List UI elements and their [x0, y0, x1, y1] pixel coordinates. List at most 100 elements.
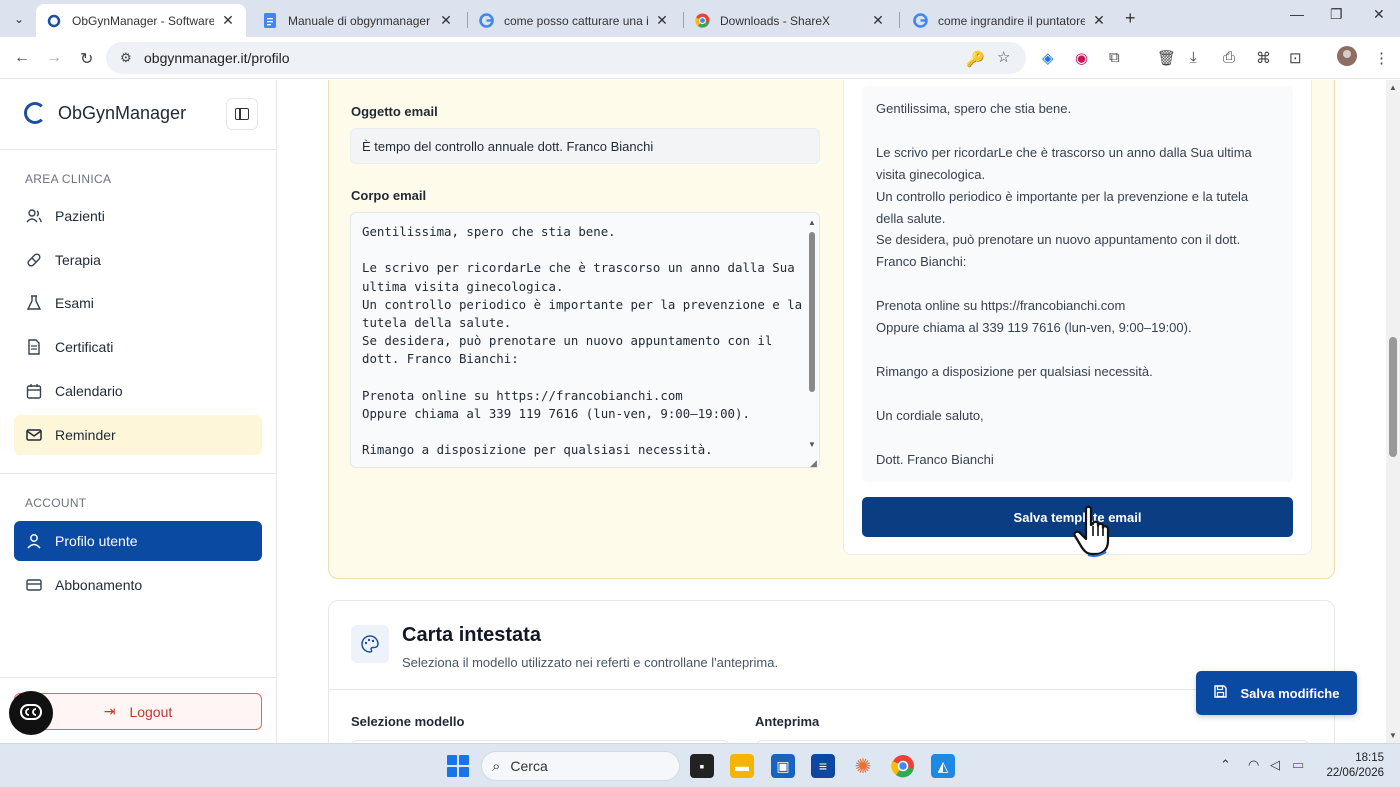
google-favicon-icon	[912, 13, 928, 29]
show-hidden-icons-icon[interactable]: ⌃	[1220, 757, 1231, 773]
file-explorer-icon[interactable]: ▬	[730, 754, 754, 778]
sidebar-item-esami[interactable]: Esami	[14, 283, 262, 323]
save-changes-label: Salva modifiche	[1240, 685, 1340, 701]
browser-tab[interactable]: Manuale di obgynmanager - D ✕	[252, 4, 464, 37]
screenshot-icon[interactable]: ⊡	[1289, 49, 1302, 67]
delete-icon[interactable]: 🗑	[1157, 49, 1176, 67]
collapse-sidebar-button[interactable]	[226, 98, 258, 130]
sidebar-item-terapia[interactable]: Terapia	[14, 240, 262, 280]
chrome-menu-icon[interactable]: ⋮	[1374, 49, 1389, 67]
close-tab-icon[interactable]: ✕	[220, 12, 236, 29]
scrollbar-thumb[interactable]	[1389, 337, 1397, 457]
body-label: Corpo email	[351, 188, 427, 203]
chrome-favicon-icon	[694, 13, 710, 29]
notepad-icon[interactable]: ≡	[811, 754, 835, 778]
bookmark-star-icon[interactable]: ☆	[997, 48, 1010, 66]
photos-app-icon[interactable]: ◭	[931, 754, 955, 778]
divider	[0, 473, 276, 474]
divider	[0, 149, 276, 150]
sidebar-item-reminder[interactable]: Reminder	[14, 415, 262, 455]
url-input[interactable]: ⚙ obgynmanager.it/profilo	[106, 42, 1026, 74]
screen-recorder-fab[interactable]	[9, 691, 53, 735]
subject-input[interactable]: È tempo del controllo annuale dott. Fran…	[350, 128, 820, 164]
sidebar-item-label: Profilo utente	[55, 533, 138, 549]
subject-label: Oggetto email	[351, 104, 438, 119]
site-info-icon[interactable]: ⚙	[120, 50, 132, 66]
user-icon	[26, 533, 42, 549]
scroll-up-icon[interactable]: ▲	[808, 218, 816, 227]
logout-icon: ⇥	[103, 703, 116, 719]
brand-logo-icon	[24, 102, 46, 124]
restore-icon[interactable]: ❐	[1330, 6, 1343, 23]
store-icon[interactable]: ▣	[771, 754, 795, 778]
volume-icon[interactable]: ◁	[1270, 757, 1280, 773]
taskbar-clock[interactable]: 18:15 22/06/2026	[1318, 751, 1384, 781]
close-tab-icon[interactable]: ✕	[870, 12, 886, 29]
floppy-save-icon	[1213, 685, 1227, 701]
task-view-icon[interactable]: ▪	[690, 754, 714, 778]
scroll-up-icon[interactable]: ▲	[1389, 83, 1397, 92]
address-bar: ← → ↻ ⚙ obgynmanager.it/profilo 🔑 ☆ ◈ ◉ …	[0, 37, 1400, 79]
password-key-icon[interactable]: 🔑	[966, 50, 985, 68]
close-tab-icon[interactable]: ✕	[1091, 12, 1107, 29]
hand-cursor-icon	[1073, 505, 1110, 557]
battery-icon[interactable]: ▭	[1292, 757, 1304, 773]
page-scrollbar[interactable]: ▲ ▼	[1386, 80, 1400, 743]
sidebar-item-label: Calendario	[55, 383, 123, 399]
users-icon	[26, 208, 42, 224]
new-tab-icon[interactable]: +	[1125, 8, 1136, 29]
resize-handle-icon[interactable]: ◢	[810, 458, 817, 469]
wifi-icon[interactable]: ◠	[1248, 757, 1259, 773]
palette-icon	[351, 625, 389, 663]
divider	[329, 689, 1334, 690]
clock-date: 22/06/2026	[1326, 767, 1384, 779]
extensions-icon[interactable]: ⧉	[1109, 49, 1120, 66]
sidebar-item-label: Reminder	[55, 427, 116, 443]
browser-tab[interactable]: Downloads - ShareX ✕	[684, 4, 896, 37]
divider	[0, 677, 276, 678]
close-tab-icon[interactable]: ✕	[654, 12, 670, 29]
search-placeholder: Cerca	[510, 758, 548, 774]
browser-tab[interactable]: come ingrandire il puntatore de ✕	[902, 4, 1117, 37]
card-icon	[26, 577, 42, 593]
taskbar-search[interactable]: ⌕ Cerca	[481, 751, 680, 781]
profile-avatar-icon[interactable]	[1337, 46, 1357, 70]
chrome-taskbar-icon[interactable]	[891, 754, 915, 778]
claude-app-icon[interactable]: ✺	[851, 754, 875, 778]
brand[interactable]: ObGynManager	[24, 102, 186, 124]
sidebar-item-abbonamento[interactable]: Abbonamento	[14, 565, 262, 605]
sidebar-item-calendario[interactable]: Calendario	[14, 371, 262, 411]
reload-icon[interactable]: ↻	[80, 49, 93, 69]
close-tab-icon[interactable]: ✕	[438, 12, 454, 29]
scroll-down-icon[interactable]: ▼	[808, 440, 816, 449]
tab-search-icon[interactable]: ⌄	[8, 8, 30, 30]
translate-extension-icon[interactable]: ◈	[1042, 49, 1054, 67]
browser-tab-bar: ⌄ ObGynManager - Software Ges ✕ Manuale …	[0, 0, 1400, 37]
sidebar-item-label: Esami	[55, 295, 94, 311]
download-icon[interactable]: ⤓	[1190, 49, 1197, 66]
calendar-icon	[26, 383, 42, 399]
sidebar: ObGynManager AREA CLINICA Pazienti Terap…	[0, 80, 277, 743]
save-changes-button[interactable]: Salva modifiche	[1196, 671, 1357, 715]
sidebar-item-pazienti[interactable]: Pazienti	[14, 196, 262, 236]
clock-time: 18:15	[1355, 752, 1384, 764]
preview-label: Anteprima	[755, 714, 820, 729]
back-icon[interactable]: ←	[14, 49, 30, 67]
body-textarea[interactable]: Gentilissima, spero che stia bene. Le sc…	[350, 212, 820, 468]
color-extension-icon[interactable]: ◉	[1075, 49, 1088, 67]
sidebar-item-profilo-utente[interactable]: Profilo utente	[14, 521, 262, 561]
print-icon[interactable]: ⎙	[1223, 49, 1235, 66]
scrollbar-thumb[interactable]	[809, 232, 815, 392]
scroll-down-icon[interactable]: ▼	[1389, 731, 1397, 740]
browser-tab[interactable]: ObGynManager - Software Ges ✕	[36, 4, 246, 37]
textarea-scrollbar[interactable]: ▲ ▼	[808, 218, 816, 452]
minimize-icon[interactable]: —	[1290, 6, 1304, 22]
forward-icon[interactable]: →	[46, 49, 62, 67]
sidebar-toggle-icon	[235, 108, 249, 120]
browser-tab[interactable]: come posso catturare una inter ✕	[468, 4, 680, 37]
section-label: ACCOUNT	[25, 496, 87, 510]
sidebar-item-certificati[interactable]: Certificati	[14, 327, 262, 367]
translate-icon[interactable]: ⌘	[1256, 49, 1271, 67]
windows-start-icon[interactable]	[447, 755, 469, 777]
close-window-icon[interactable]: ✕	[1373, 6, 1385, 23]
